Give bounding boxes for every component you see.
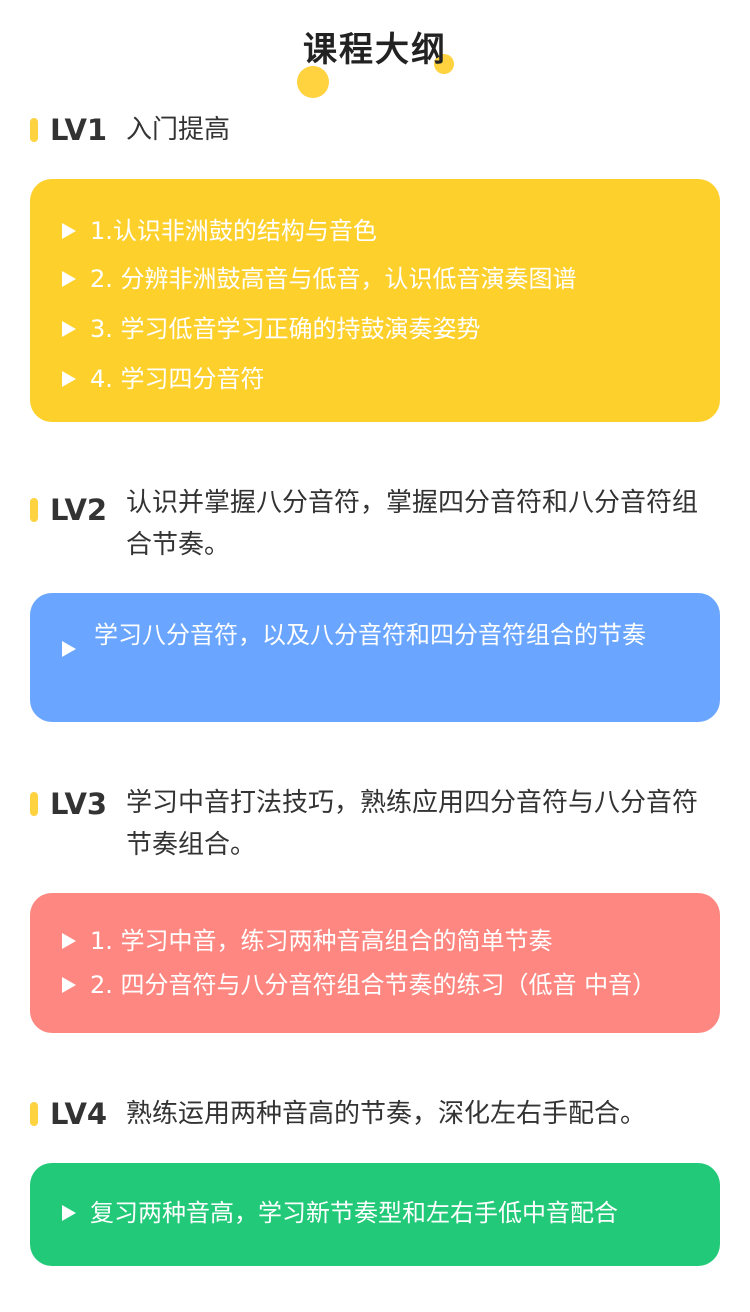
list-item: 4. 学习四分音符 [62,357,696,401]
list-item: 复习两种音高，学习新节奏型和左右手低中音配合 [62,1191,696,1235]
level-2-heading: LV2 认识并掌握八分音符，掌握四分音符和八分音符组合节奏。 [30,482,720,568]
play-triangle-icon [62,977,76,993]
level-2-card: 学习八分音符，以及八分音符和四分音符组合的节奏 [30,593,720,722]
level-1-code: LV1 [50,113,108,147]
level-3-card: 1. 学习中音，练习两种音高组合的简单节奏 2. 四分音符与八分音符组合节奏的练… [30,893,720,1033]
list-item-text: 2. 四分音符与八分音符组合节奏的练习（低音 中音） [90,971,657,999]
list-item: 2. 分辨非洲鼓高音与低音，认识低音演奏图谱 [62,257,696,301]
list-item-text: 复习两种音高，学习新节奏型和左右手低中音配合 [90,1199,618,1227]
list-item: 学习八分音符，以及八分音符和四分音符组合的节奏 [62,615,696,657]
list-item-text: 2. 分辨非洲鼓高音与低音，认识低音演奏图谱 [90,265,577,293]
list-item: 3. 学习低音学习正确的持鼓演奏姿势 [62,307,696,351]
list-item: 2. 四分音符与八分音符组合节奏的练习（低音 中音） [62,963,696,1007]
play-triangle-icon [62,321,76,337]
page-title: 课程大纲 [303,30,447,70]
level-1-card: 1.认识非洲鼓的结构与音色 2. 分辨非洲鼓高音与低音，认识低音演奏图谱 3. … [30,179,720,422]
list-item-text: 1.认识非洲鼓的结构与音色 [90,217,377,245]
play-triangle-icon [62,1205,76,1221]
level-2-description: 认识并掌握八分音符，掌握四分音符和八分音符组合节奏。 [126,488,699,560]
yellow-bar-icon [30,498,38,522]
play-triangle-icon [62,641,76,657]
play-triangle-icon [62,223,76,239]
list-item: 1. 学习中音，练习两种音高组合的简单节奏 [62,919,696,963]
yellow-bar-icon [30,792,38,816]
level-4-heading: LV4 熟练运用两种音高的节奏，深化左右手配合。 [30,1092,720,1136]
play-triangle-icon [62,271,76,287]
level-3-description: 学习中音打法技巧，熟练应用四分音符与八分音符节奏组合。 [126,788,699,860]
yellow-bar-icon [30,1102,38,1126]
list-item-text: 学习八分音符，以及八分音符和四分音符组合的节奏 [94,621,646,649]
list-item-text: 3. 学习低音学习正确的持鼓演奏姿势 [90,315,481,343]
list-item-text: 4. 学习四分音符 [90,365,265,393]
level-4-code: LV4 [50,1097,108,1131]
level-1-description: 入门提高 [126,115,231,145]
list-item-text: 1. 学习中音，练习两种音高组合的简单节奏 [90,927,553,955]
yellow-bar-icon [30,118,38,142]
level-2-code: LV2 [50,493,108,527]
level-4-description: 熟练运用两种音高的节奏，深化左右手配合。 [126,1099,647,1129]
list-item: 1.认识非洲鼓的结构与音色 [62,209,696,253]
level-1-heading: LV1 入门提高 [30,108,720,152]
play-triangle-icon [62,371,76,387]
level-4-card: 复习两种音高，学习新节奏型和左右手低中音配合 [30,1163,720,1266]
level-3-heading: LV3 学习中音打法技巧，熟练应用四分音符与八分音符节奏组合。 [30,782,720,868]
play-triangle-icon [62,933,76,949]
level-3-code: LV3 [50,787,108,821]
